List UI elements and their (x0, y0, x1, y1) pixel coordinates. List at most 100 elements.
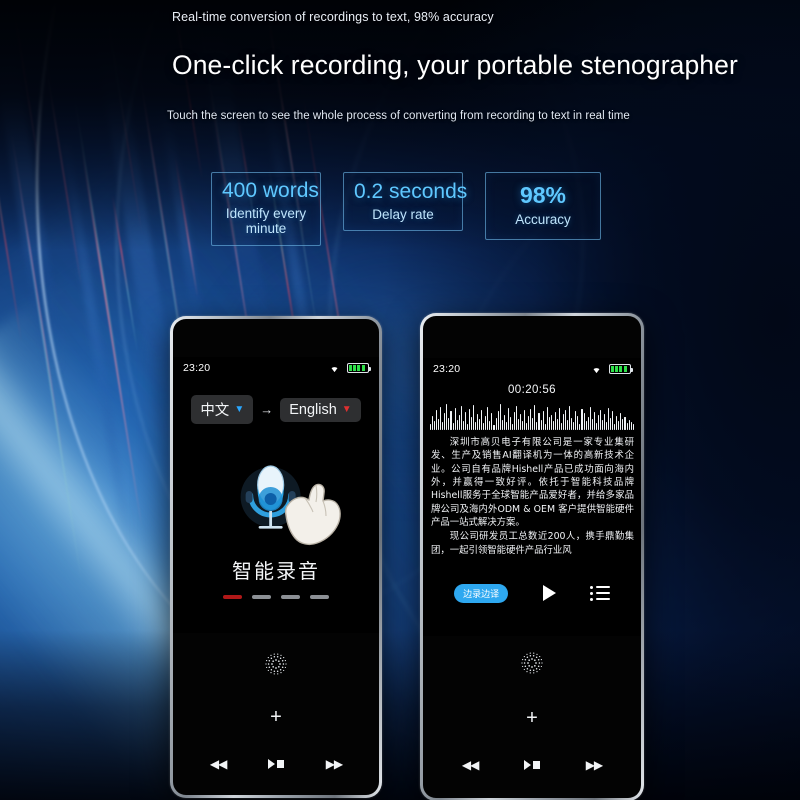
chevron-down-icon: ▼ (341, 403, 352, 415)
waveform-bar (583, 413, 585, 430)
waveform-bar (513, 412, 515, 430)
rewind-icon[interactable]: ◀◀ (462, 758, 479, 772)
waveform-bar (589, 407, 591, 430)
plus-icon[interactable]: + (526, 708, 538, 728)
home-dots-icon[interactable] (521, 652, 543, 674)
waveform-bar (628, 420, 630, 430)
waveform-bar (477, 414, 479, 430)
waveform-bar (601, 420, 603, 430)
status-bar: 23:20 (423, 358, 641, 380)
waveform-bar (442, 422, 444, 430)
waveform-bar (552, 421, 554, 430)
pointing-hand-icon (284, 483, 341, 546)
background-bottom-vignette (0, 630, 800, 800)
stat-label: Identify every minute (225, 205, 307, 237)
fast-forward-icon[interactable]: ▶▶ (326, 757, 343, 771)
status-time: 23:20 (183, 362, 211, 374)
list-icon[interactable] (589, 585, 610, 601)
recording-timer: 00:20:56 (508, 384, 556, 396)
waveform-bar (548, 417, 550, 430)
recorder-controls: 边录边译 (423, 580, 641, 606)
page-dot-1[interactable] (223, 595, 242, 599)
waveform-bar (499, 404, 501, 430)
arrow-right-icon: → (260, 402, 274, 417)
stat-value: 400 words (222, 179, 319, 202)
waveform-bar (538, 413, 540, 430)
waveform-bar (524, 410, 526, 430)
waveform-bar (520, 414, 522, 430)
transcript-text[interactable]: 深圳市高贝电子有限公司是一家专业集研发、生产及销售AI翻译机为一体的高新技术企业… (431, 436, 634, 557)
waveform-bar (614, 424, 616, 430)
target-language-button[interactable]: English ▼ (280, 397, 361, 422)
waveform-bar (511, 424, 513, 430)
waveform-bar (432, 416, 434, 430)
waveform-bar (593, 412, 595, 430)
transport-controls: ◀◀ ▶▶ (173, 757, 379, 771)
waveform-bar (530, 409, 532, 430)
waveform-bar (448, 418, 450, 430)
waveform-bar (536, 422, 538, 430)
waveform-bar (565, 410, 567, 430)
waveform-bar (481, 410, 483, 430)
waveform-bar (610, 418, 612, 430)
play-pause-icon[interactable] (524, 760, 540, 770)
status-time: 23:20 (433, 363, 461, 375)
phone-device-right: 23:20 00:20:56 深圳市高贝电子有限公司是一家专业集研发、生产及销售… (420, 313, 644, 800)
waveform-bar (526, 423, 528, 430)
waveform-bar (595, 423, 597, 430)
waveform-bar (438, 419, 440, 430)
waveform-bar (579, 424, 581, 430)
waveform-bar (450, 411, 452, 430)
phone-screen-left[interactable]: 23:20 中文 ▼ → English ▼ 智能录音 (173, 357, 379, 633)
waveform-bar (475, 422, 477, 430)
page-dot-3[interactable] (281, 595, 300, 599)
promo-banner: Real-time conversion of recordings to te… (0, 0, 800, 800)
fast-forward-icon[interactable]: ▶▶ (586, 758, 603, 772)
waveform-bar (532, 418, 534, 430)
waveform-bar (624, 417, 626, 430)
wifi-icon (593, 368, 600, 374)
status-bar: 23:20 (173, 357, 379, 379)
waveform-bar (497, 411, 499, 430)
waveform-bar (567, 420, 569, 430)
waveform-bar (460, 406, 462, 430)
waveform-bar (558, 408, 560, 430)
waveform-bar (468, 409, 470, 430)
rewind-icon[interactable]: ◀◀ (210, 757, 227, 771)
page-indicator[interactable] (173, 595, 379, 599)
record-illustration[interactable] (173, 455, 379, 547)
home-dots-icon[interactable] (265, 653, 287, 675)
stat-label: Accuracy (515, 211, 571, 227)
waveform-bar (501, 420, 503, 430)
waveform-bar (491, 413, 493, 430)
waveform-bar (434, 421, 436, 430)
play-pause-icon[interactable] (268, 759, 284, 769)
waveform-bar (556, 419, 558, 430)
page-dot-2[interactable] (252, 595, 271, 599)
waveform-bar (618, 421, 620, 430)
waveform-bar (440, 407, 442, 430)
waveform-bar (599, 410, 601, 430)
waveform-bar (554, 412, 556, 430)
waveform-bar (616, 416, 618, 430)
waveform-bar (563, 414, 565, 430)
play-icon[interactable] (542, 585, 556, 601)
stat-card-accuracy: 98% Accuracy (485, 172, 601, 240)
phone-screen-right[interactable]: 23:20 00:20:56 深圳市高贝电子有限公司是一家专业集研发、生产及销售… (423, 358, 641, 636)
plus-icon[interactable]: + (270, 707, 282, 727)
waveform-bar (487, 407, 489, 430)
live-translate-button[interactable]: 边录边译 (454, 583, 509, 603)
stat-card-delay: 0.2 seconds Delay rate (343, 172, 468, 232)
waveform-bar (444, 413, 446, 430)
page-title: One-click recording, your portable steno… (172, 50, 738, 80)
source-language-button[interactable]: 中文 ▼ (191, 395, 254, 424)
wifi-icon (331, 367, 338, 373)
page-dot-4[interactable] (310, 595, 329, 599)
waveform-bar (612, 411, 614, 430)
waveform-bar (483, 423, 485, 430)
waveform-bar (597, 415, 599, 430)
transport-controls: ◀◀ ▶▶ (423, 758, 641, 772)
stats-row: 400 words Identify every minute 0.2 seco… (211, 172, 601, 247)
source-language-label: 中文 (200, 403, 230, 419)
stat-value: 0.2 seconds (354, 180, 468, 203)
